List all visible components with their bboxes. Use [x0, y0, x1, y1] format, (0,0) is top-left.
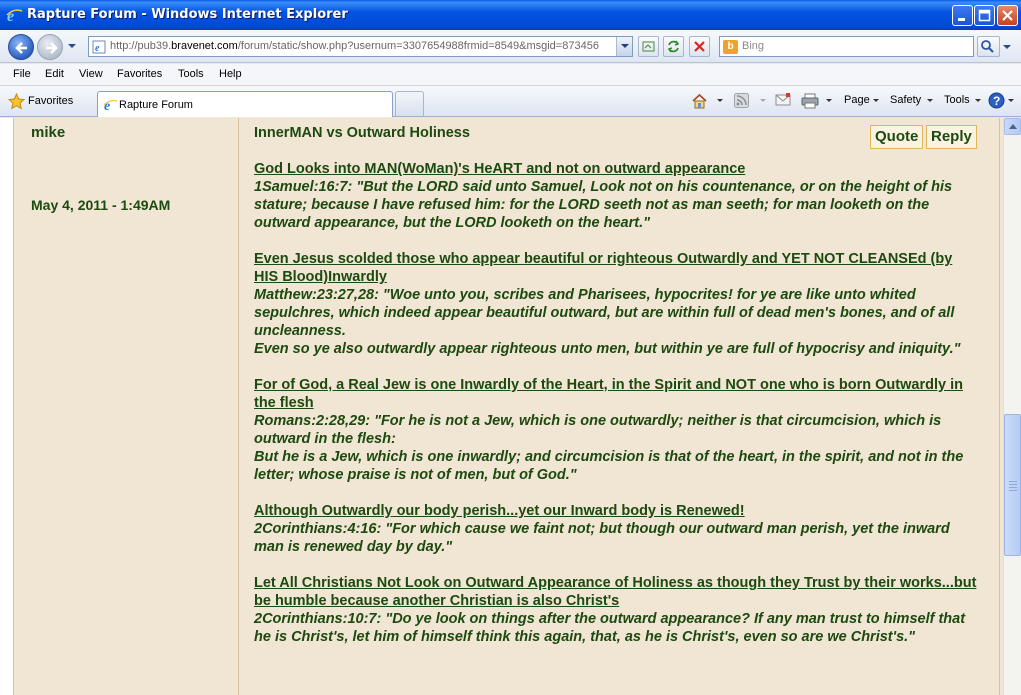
scripture-quote: 2Corinthians:10:7: "Do ye look on things…: [254, 611, 966, 645]
search-box[interactable]: b Bing: [719, 36, 974, 57]
maximize-button[interactable]: [974, 5, 995, 26]
search-button[interactable]: [977, 36, 1000, 57]
menu-favorites[interactable]: Favorites: [117, 68, 162, 80]
svg-text:?: ?: [993, 94, 1000, 108]
section-heading: Although Outwardly our body perish...yet…: [254, 503, 745, 519]
minimize-icon: [958, 18, 965, 21]
scrollbar-thumb[interactable]: [1004, 414, 1021, 556]
safety-menu-caret: [927, 99, 933, 102]
vertical-scrollbar[interactable]: [1003, 118, 1021, 695]
feeds-dropdown[interactable]: [760, 99, 766, 102]
post-subject: InnerMAN vs Outward Holiness: [254, 125, 470, 141]
search-icon: [981, 40, 994, 53]
menu-tools[interactable]: Tools: [178, 68, 204, 80]
close-window-button[interactable]: [997, 5, 1018, 26]
page-icon: e: [92, 40, 106, 54]
read-mail-icon[interactable]: [775, 93, 791, 107]
forum-post: mike May 4, 2011 - 1:49AM Quote Reply In…: [13, 118, 1003, 695]
scroll-up-button[interactable]: [1004, 118, 1021, 135]
page-content: mike May 4, 2011 - 1:49AM Quote Reply In…: [0, 118, 1003, 695]
svg-text:e: e: [95, 43, 100, 54]
section-heading: God Looks into MAN(WoMan)'s HeART and no…: [254, 161, 746, 177]
refresh-icon: [667, 40, 680, 53]
tools-menu-caret: [975, 99, 981, 102]
post-border: [999, 118, 1000, 695]
compatibility-icon: [642, 41, 655, 52]
forward-button[interactable]: [37, 34, 63, 60]
section-heading: Even Jesus scolded those who appear beau…: [254, 251, 953, 285]
post-section: For of God, a Real Jew is one Inwardly o…: [254, 376, 979, 484]
column-divider: [238, 118, 239, 695]
scripture-quote: Romans:2:28,29: "For he is not a Jew, wh…: [254, 413, 942, 447]
favorites-label: Favorites: [28, 95, 74, 107]
scripture-quote-continued: But he is a Jew, which is one inwardly; …: [254, 449, 964, 483]
post-date: May 4, 2011 - 1:49AM: [31, 197, 171, 213]
rss-feed-icon[interactable]: [734, 93, 749, 108]
star-icon: [8, 93, 25, 110]
compatibility-view-button[interactable]: [638, 36, 659, 57]
menu-file[interactable]: File: [13, 68, 31, 80]
menu-bar: File Edit View Favorites Tools Help: [0, 64, 1021, 86]
menu-view[interactable]: View: [79, 68, 103, 80]
grip-line: [1009, 484, 1017, 485]
page-menu-caret: [873, 99, 879, 102]
scripture-quote-continued: Even so ye also outwardly appear righteo…: [254, 341, 961, 357]
grip-line: [1009, 481, 1017, 482]
recent-pages-dropdown[interactable]: [68, 44, 76, 48]
post-body: InnerMAN vs Outward Holiness God Looks i…: [254, 124, 979, 646]
post-section: Even Jesus scolded those who appear beau…: [254, 250, 979, 358]
help-icon[interactable]: ?: [988, 92, 1005, 109]
post-section: Although Outwardly our body perish...yet…: [254, 502, 979, 556]
favorites-tab-bar: Favorites e Rapture Forum Page Safety To…: [0, 86, 1021, 117]
bing-icon: b: [723, 40, 738, 54]
forward-arrow-icon: [46, 42, 58, 54]
address-url: http://pub39.bravenet.com/forum/static/s…: [110, 40, 599, 52]
address-dropdown[interactable]: [616, 37, 632, 56]
new-tab-button[interactable]: [395, 91, 424, 116]
address-bar[interactable]: e http://pub39.bravenet.com/forum/static…: [88, 36, 633, 57]
tab-rapture-forum[interactable]: e Rapture Forum: [97, 91, 393, 117]
minimize-button[interactable]: [952, 5, 973, 26]
ie-page-icon: e: [103, 99, 118, 112]
scripture-quote: 2Corinthians:4:16: "For which cause we f…: [254, 521, 950, 555]
tools-menu[interactable]: Tools: [944, 94, 970, 106]
navigation-bar: e http://pub39.bravenet.com/forum/static…: [0, 30, 1021, 63]
back-button[interactable]: [8, 34, 34, 60]
section-heading: For of God, a Real Jew is one Inwardly o…: [254, 377, 963, 411]
scripture-quote: Matthew:23:27,28: "Woe unto you, scribes…: [254, 287, 955, 339]
search-placeholder: Bing: [742, 40, 765, 52]
tab-title: Rapture Forum: [119, 99, 193, 111]
stop-button[interactable]: [689, 36, 710, 57]
home-icon[interactable]: [691, 93, 708, 109]
grip-line: [1009, 490, 1017, 491]
section-heading: Let All Christians Not Look on Outward A…: [254, 575, 977, 609]
maximize-icon: [978, 9, 991, 22]
stop-icon: [694, 41, 705, 52]
print-icon[interactable]: [801, 93, 819, 109]
safety-menu[interactable]: Safety: [890, 94, 921, 106]
window-title: Rapture Forum - Windows Internet Explore…: [27, 7, 348, 22]
menu-edit[interactable]: Edit: [45, 68, 64, 80]
close-icon: [1002, 10, 1013, 21]
ie-logo-icon: e: [6, 8, 23, 23]
menu-help[interactable]: Help: [219, 68, 242, 80]
print-dropdown[interactable]: [826, 99, 832, 102]
help-dropdown[interactable]: [1008, 99, 1014, 102]
post-section: Let All Christians Not Look on Outward A…: [254, 574, 979, 646]
grip-line: [1009, 487, 1017, 488]
search-options-dropdown[interactable]: [1003, 45, 1011, 49]
back-arrow-icon: [15, 42, 27, 54]
home-dropdown[interactable]: [717, 99, 723, 102]
scripture-quote: 1Samuel:16:7: "But the LORD said unto Sa…: [254, 179, 953, 231]
page-menu[interactable]: Page: [844, 94, 870, 106]
refresh-button[interactable]: [663, 36, 684, 57]
post-section: God Looks into MAN(WoMan)'s HeART and no…: [254, 160, 979, 232]
post-author[interactable]: mike: [31, 124, 65, 141]
window-titlebar: e Rapture Forum - Windows Internet Explo…: [0, 0, 1021, 30]
